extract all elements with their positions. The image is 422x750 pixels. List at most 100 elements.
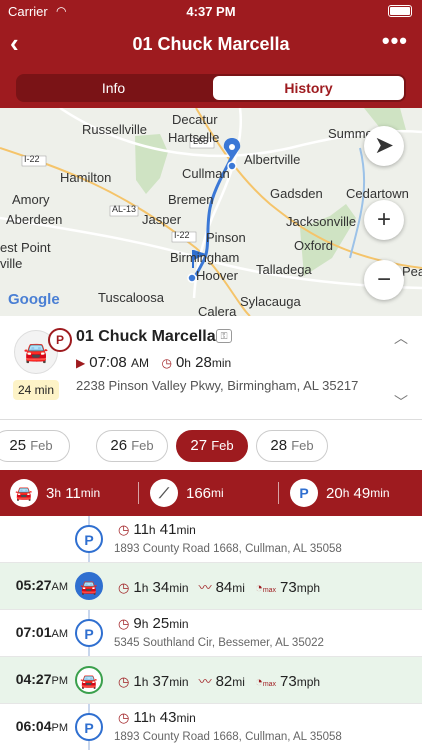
clock-icon: ◷ <box>118 674 130 689</box>
distance-summary: ⟋ 166 mi <box>150 478 224 508</box>
map-city-label: Jasper <box>142 212 182 227</box>
map-city-label: Pinson <box>206 230 246 245</box>
park-duration: ◷ 9h 25min <box>118 615 189 632</box>
play-icon: ▶ <box>76 356 86 370</box>
park-address: 5345 Southland Cir, Bessemer, AL 35022 <box>114 637 324 649</box>
map-city-label: Jacksonville <box>286 214 357 229</box>
divider <box>278 482 279 504</box>
park-duration: ◷ 11h 43min <box>118 709 196 726</box>
park-time-summary: P 20 h 49 min <box>290 478 390 508</box>
key-icon: ⚿ <box>216 329 232 343</box>
road-label: I-22 <box>174 230 190 240</box>
map-city-label: Birmingham <box>170 250 240 265</box>
back-chevron-icon[interactable]: ‹ <box>10 28 19 59</box>
timeline-row-trip[interactable]: 05:27AM 🚘 ◷ 1h 34min 〰 84mi ◔max 73mph <box>0 563 422 610</box>
clock-icon: ◷ <box>118 710 130 725</box>
vehicle-time-row: ▶ 07:08 AM ◷ 0h 28min <box>76 354 231 371</box>
status-bar: Carrier ◠ 4:37 PM <box>0 0 422 22</box>
day-summary-bar: 🚘 3h 11 min ⟋ 166 mi P 20 h 49 min <box>0 470 422 516</box>
battery-icon <box>388 5 412 17</box>
drive-time-summary: 🚘 3h 11 min <box>10 478 100 508</box>
car-icon: 🚘 <box>75 666 103 694</box>
map-city-label: Talladega <box>256 262 312 277</box>
trip-stats: ◷ 1h 34min 〰 84mi ◔max 73mph <box>118 579 321 596</box>
segmented-control: Info History <box>16 74 406 102</box>
map-city-label: Aberdeen <box>6 212 63 227</box>
tab-info[interactable]: Info <box>18 76 209 100</box>
trend-icon: 〰 <box>198 674 212 689</box>
map-city-label: ville <box>0 256 23 271</box>
more-icon[interactable]: ••• <box>382 28 408 54</box>
clock-icon: ◷ <box>118 522 130 537</box>
road-label: AL-13 <box>112 204 137 214</box>
duration-hours-unit: h <box>184 356 191 370</box>
timeline-row-parked[interactable]: 07:01AM P ◷ 9h 25min 5345 Southland Cir, Bes… <box>0 610 422 657</box>
parking-icon: P <box>75 619 103 647</box>
date-chip[interactable]: 28 Feb <box>256 430 328 462</box>
map-view[interactable]: Decatur Russellville Hartselle Summerville A… <box>0 108 422 316</box>
chevron-down-icon[interactable]: ﹀ <box>394 392 408 412</box>
timeline-row-parked[interactable]: P ◷ 11h 41min 1893 County Road 1668, Cullma… <box>0 516 422 563</box>
clock-icon: ◷ <box>161 356 172 370</box>
history-timeline: P ◷ 11h 41min 1893 County Road 1668, Cullma… <box>0 516 422 750</box>
map-city-label: Hamilton <box>60 170 112 185</box>
map-city-label: Oxford <box>294 238 334 253</box>
speedometer-icon: ◔max <box>254 674 277 689</box>
trend-icon: ⟋ <box>150 479 178 507</box>
parking-icon: P <box>290 479 318 507</box>
date-chip[interactable]: 25 Feb <box>0 430 70 462</box>
vehicle-name: 01 Chuck Marcella <box>76 328 216 345</box>
start-time: 07:08 <box>89 354 127 371</box>
parking-icon: P <box>75 713 103 741</box>
google-logo: Google <box>8 291 60 308</box>
clock-icon: ◷ <box>118 580 130 595</box>
park-address: 1893 County Road 1668, Cullman, AL 35058 <box>114 543 342 555</box>
app-root: Carrier ◠ 4:37 PM ‹ 01 Chuck Marcella ••… <box>0 0 422 750</box>
map-city-label: Gadsden <box>270 186 323 201</box>
map-city-label: Pea <box>402 264 422 279</box>
map-city-label: Albertville <box>244 152 301 167</box>
date-chip-selected[interactable]: 27 Feb <box>176 430 248 462</box>
divider <box>138 482 139 504</box>
road-label: L65 <box>193 136 209 146</box>
park-duration: ◷ 11h 41min <box>118 521 196 538</box>
date-selector: 25 Feb 26 Feb 27 Feb 28 Feb <box>0 424 422 468</box>
clock: 4:37 PM <box>186 4 236 19</box>
parking-icon: P <box>75 525 103 553</box>
zoom-out-button[interactable]: − <box>364 260 404 300</box>
page-title: 01 Chuck Marcella <box>132 34 290 54</box>
map-city-label: Amory <box>12 192 50 207</box>
timeline-row-trip[interactable]: 04:27PM 🚘 ◷ 1h 37min 〰 82mi ◔max 73mph <box>0 657 422 704</box>
parked-status-badge: P <box>48 328 72 352</box>
start-ampm: AM <box>130 356 149 370</box>
event-time: 04:27PM <box>15 671 68 687</box>
duration-minutes-unit: min <box>211 356 232 370</box>
trip-stats: ◷ 1h 37min 〰 82mi ◔max 73mph <box>118 673 321 690</box>
vehicle-address: 2238 Pinson Valley Pkwy, Birmingham, AL … <box>76 378 359 393</box>
map-city-label: est Point <box>0 240 51 255</box>
tab-history[interactable]: History <box>213 76 404 100</box>
nav-bar: ‹ 01 Chuck Marcella ••• <box>0 22 422 66</box>
duration-minutes: 28 <box>195 354 212 371</box>
map-city-label: Cedartown <box>346 186 409 201</box>
trend-icon: 〰 <box>198 580 212 595</box>
locate-button[interactable]: ➤ <box>364 126 404 166</box>
event-time: 06:04PM <box>15 718 68 734</box>
clock-icon: ◷ <box>118 616 130 631</box>
map-city-label: Hoover <box>196 268 238 283</box>
map-city-label: Bremen <box>168 192 214 207</box>
car-icon: 🚘 <box>10 479 38 507</box>
map-city-label: Decatur <box>172 112 218 127</box>
date-chip[interactable]: 26 Feb <box>96 430 168 462</box>
map-city-label: Sylacauga <box>240 294 301 309</box>
zoom-in-button[interactable]: + <box>364 200 404 240</box>
park-address: 1893 County Road 1668, Cullman, AL 35058 <box>114 731 342 743</box>
map-city-label: Cullman <box>182 166 230 181</box>
chevron-up-icon[interactable]: ︿ <box>394 328 408 348</box>
timeline-row-parked[interactable]: 06:04PM P ◷ 11h 43min 1893 County Road 1668,… <box>0 704 422 750</box>
map-city-label: Tuscaloosa <box>98 290 164 305</box>
map-city-label: Russellville <box>82 122 148 137</box>
map-city-label: Calera <box>198 304 237 316</box>
car-icon: 🚘 <box>75 572 103 600</box>
vehicle-card[interactable]: 🚘 P 24 min 01 Chuck Marcella ⚿ ︿ ﹀ ▶ 07:0… <box>0 318 422 420</box>
